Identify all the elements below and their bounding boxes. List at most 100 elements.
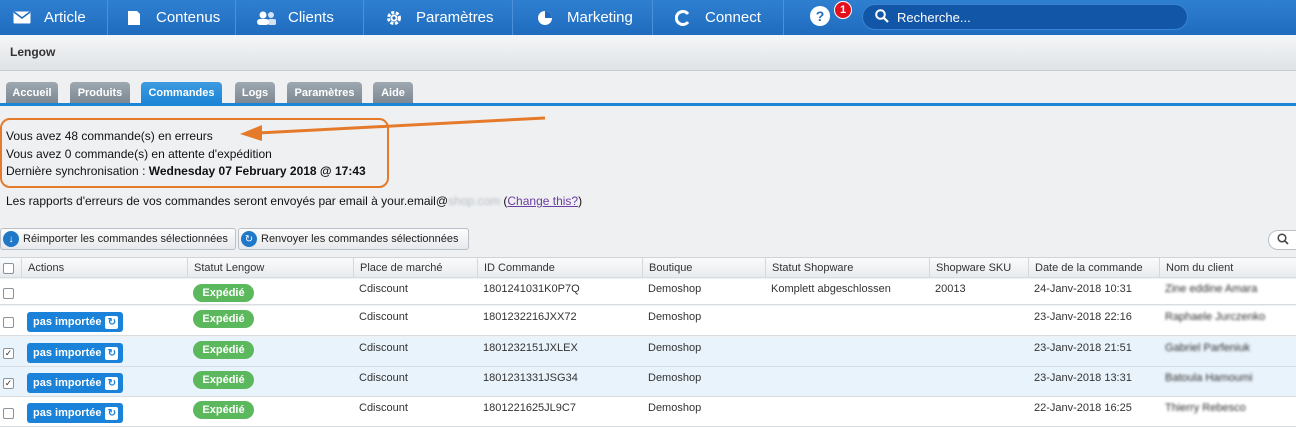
header-statut-shopware[interactable]: Statut Shopware xyxy=(765,258,929,277)
nav-item-contenus[interactable]: Contenus xyxy=(108,0,235,35)
status-badge: Expédié xyxy=(193,341,254,359)
nav-item-connect[interactable]: Connect xyxy=(653,0,783,35)
tab-aide[interactable]: Aide xyxy=(373,82,413,103)
connect-icon xyxy=(673,9,693,26)
not-imported-button[interactable]: pas importée ↻ xyxy=(27,312,123,332)
reimport-label: Réimporter les commandes sélectionnées xyxy=(23,233,228,245)
status-badge: Expédié xyxy=(193,371,254,389)
help-button[interactable]: ? xyxy=(810,6,830,26)
row-checkbox[interactable]: ✓ xyxy=(3,348,14,359)
header-shopware-sku[interactable]: Shopware SKU xyxy=(929,258,1028,277)
header-statut-lengow[interactable]: Statut Lengow xyxy=(187,258,353,277)
pending-count-text: Vous avez 0 commande(s) en attente d'exp… xyxy=(6,147,272,161)
select-all-checkbox[interactable] xyxy=(3,263,14,274)
cell-marketplace: Cdiscount xyxy=(359,342,408,354)
nav-item-clients[interactable]: Clients xyxy=(236,0,363,35)
cell-sku: 20013 xyxy=(935,283,966,295)
row-checkbox[interactable] xyxy=(3,317,14,328)
search-icon xyxy=(1277,232,1289,248)
cell-shop: Demoshop xyxy=(648,372,702,384)
gear-icon xyxy=(384,10,404,26)
nav-item-article[interactable]: Article xyxy=(0,0,107,35)
not-imported-label: pas importée xyxy=(33,347,102,359)
refresh-icon: ↻ xyxy=(105,376,119,390)
nav-label: Clients xyxy=(288,9,334,26)
cell-marketplace: Cdiscount xyxy=(359,283,408,295)
not-imported-label: pas importée xyxy=(33,407,102,419)
nav-divider xyxy=(783,0,784,35)
download-icon: ↓ xyxy=(3,231,19,247)
error-count-text: Vous avez 48 commande(s) en erreurs xyxy=(6,129,213,143)
header-nom-client[interactable]: Nom du client xyxy=(1159,258,1296,277)
email-report-text: Les rapports d'erreurs de vos commandes … xyxy=(6,194,583,208)
cell-date: 24-Janv-2018 10:31 xyxy=(1034,283,1132,295)
not-imported-label: pas importée xyxy=(33,316,102,328)
header-place-de-marche[interactable]: Place de marché xyxy=(353,258,477,277)
tab-commandes[interactable]: Commandes xyxy=(141,82,222,103)
table-header-row: Actions Statut Lengow Place de marché ID… xyxy=(0,257,1296,278)
nav-label: Marketing xyxy=(567,9,633,26)
tab-accueil[interactable]: Accueil xyxy=(6,82,58,103)
tab-produits[interactable]: Produits xyxy=(70,82,130,103)
tab-bar: Accueil Produits Commandes Logs Paramètr… xyxy=(0,71,1296,106)
cell-date: 22-Janv-2018 16:25 xyxy=(1034,402,1132,414)
page-title: Lengow xyxy=(0,35,1296,71)
header-actions[interactable]: Actions xyxy=(21,258,187,277)
status-badge: Expédié xyxy=(193,401,254,419)
cell-order-id: 1801232216JXX72 xyxy=(483,311,577,323)
tab-logs[interactable]: Logs xyxy=(235,82,275,103)
cell-shop: Demoshop xyxy=(648,342,702,354)
refresh-icon: ↻ xyxy=(105,406,119,420)
nav-item-marketing[interactable]: Marketing xyxy=(513,0,652,35)
resend-orders-button[interactable]: ↻ Renvoyer les commandes sélectionnées xyxy=(238,228,469,250)
change-email-link[interactable]: Change this? xyxy=(507,194,578,208)
cell-order-id: 1801232151JXLEX xyxy=(483,342,578,354)
refresh-icon: ↻ xyxy=(105,315,119,329)
table-row[interactable]: ✓ pas importée ↻ Expédié Cdiscount 180123… xyxy=(0,337,1296,367)
cell-date: 23-Janv-2018 22:16 xyxy=(1034,311,1132,323)
cell-date: 23-Janv-2018 13:31 xyxy=(1034,372,1132,384)
header-date-commande[interactable]: Date de la commande xyxy=(1028,258,1159,277)
row-checkbox[interactable] xyxy=(3,408,14,419)
search-icon xyxy=(875,8,889,26)
notification-badge[interactable]: 1 xyxy=(834,1,852,19)
cell-order-id: 1801221625JL9C7 xyxy=(483,402,576,414)
nav-label: Paramètres xyxy=(416,9,494,26)
refresh-icon: ↻ xyxy=(105,346,119,360)
cell-order-id: 1801241031K0P7Q xyxy=(483,283,580,295)
search-bar[interactable] xyxy=(862,4,1188,30)
table-row[interactable]: ✓ pas importée ↻ Expédié Cdiscount 180123… xyxy=(0,367,1296,397)
cell-shop: Demoshop xyxy=(648,283,702,295)
table-row[interactable]: Expédié Cdiscount 1801241031K0P7Q Demosh… xyxy=(0,279,1296,305)
last-sync-value: Wednesday 07 February 2018 @ 17:43 xyxy=(148,164,366,178)
email-prefix: Les rapports d'erreurs de vos commandes … xyxy=(6,194,449,208)
users-icon xyxy=(256,10,276,26)
refresh-icon: ↻ xyxy=(241,231,257,247)
header-boutique[interactable]: Boutique xyxy=(642,258,765,277)
status-badge: Expédié xyxy=(193,284,254,302)
header-id-commande[interactable]: ID Commande xyxy=(477,258,642,277)
row-checkbox[interactable] xyxy=(3,288,14,299)
not-imported-label: pas importée xyxy=(33,377,102,389)
not-imported-button[interactable]: pas importée ↻ xyxy=(27,343,123,363)
table-row[interactable]: pas importée ↻ Expédié Cdiscount 18012322… xyxy=(0,306,1296,336)
cell-order-id: 1801231331JSG34 xyxy=(483,372,578,384)
cell-marketplace: Cdiscount xyxy=(359,372,408,384)
row-checkbox[interactable]: ✓ xyxy=(3,378,14,389)
email-domain: shop.com xyxy=(448,194,501,208)
cell-shop: Demoshop xyxy=(648,311,702,323)
status-badge: Expédié xyxy=(193,310,254,328)
cell-client: Raphaele Jurczenko xyxy=(1165,311,1266,323)
table-search-button[interactable] xyxy=(1268,230,1296,250)
not-imported-button[interactable]: pas importée ↻ xyxy=(27,403,123,423)
not-imported-button[interactable]: pas importée ↻ xyxy=(27,373,123,393)
last-sync-text: Dernière synchronisation : Wednesday 07 … xyxy=(6,164,366,178)
reimport-orders-button[interactable]: ↓ Réimporter les commandes sélectionnées xyxy=(0,228,236,250)
nav-item-parametres[interactable]: Paramètres xyxy=(364,0,512,35)
tab-parametres[interactable]: Paramètres xyxy=(287,82,362,103)
cell-client: Batoula Hamoumi xyxy=(1165,372,1253,384)
search-input[interactable] xyxy=(897,9,1177,25)
nav-label: Connect xyxy=(705,9,761,26)
nav-label: Article xyxy=(44,9,86,26)
last-sync-label: Dernière synchronisation : xyxy=(6,164,149,178)
